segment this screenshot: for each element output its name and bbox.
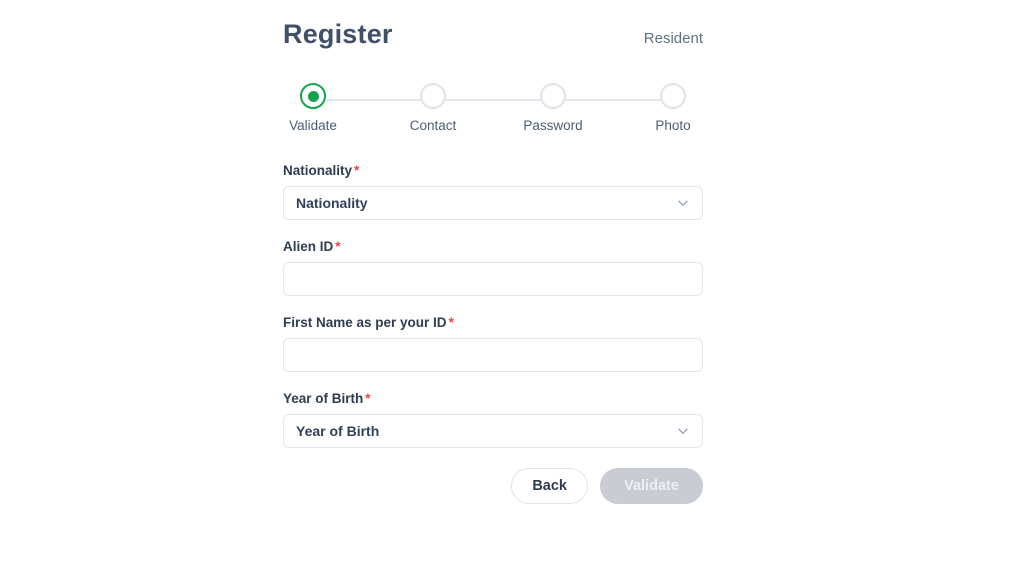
alien-id-control[interactable] <box>283 262 703 297</box>
step-photo-circle <box>660 83 686 110</box>
step-password-dot <box>548 91 559 102</box>
step-contact[interactable]: Contact <box>403 83 463 133</box>
step-contact-label: Contact <box>409 118 457 134</box>
step-contact-circle <box>420 83 446 110</box>
step-photo-label: Photo <box>655 118 691 134</box>
step-contact-dot <box>428 91 439 102</box>
first-name-control[interactable] <box>283 338 703 373</box>
chevron-down-icon <box>676 196 690 210</box>
field-alien-id: Alien ID * <box>283 239 703 297</box>
field-year-of-birth: Year of Birth * Year of Birth <box>283 391 703 449</box>
year-of-birth-label-text: Year of Birth <box>283 391 364 407</box>
register-page: Register Resident Validate Contact Passw… <box>0 0 1026 563</box>
first-name-label: First Name as per your ID * <box>283 315 703 330</box>
nationality-selected-value: Nationality <box>296 195 368 212</box>
register-container: Register Resident Validate Contact Passw… <box>283 0 703 505</box>
account-type-label: Resident <box>643 30 703 47</box>
back-button[interactable]: Back <box>511 468 588 505</box>
alien-id-label-text: Alien ID <box>283 239 334 255</box>
year-of-birth-select[interactable]: Year of Birth <box>283 414 703 449</box>
first-name-label-text: First Name as per your ID <box>283 315 447 331</box>
page-header: Register Resident <box>283 0 703 50</box>
required-asterisk: * <box>335 239 341 255</box>
registration-stepper: Validate Contact Password Photo <box>283 83 703 141</box>
required-asterisk: * <box>354 163 360 179</box>
step-photo-dot <box>668 91 679 102</box>
chevron-down-icon <box>676 424 690 438</box>
step-photo[interactable]: Photo <box>643 83 703 133</box>
registration-form: Nationality * Nationality Alien ID * Fir… <box>283 163 703 505</box>
alien-id-label: Alien ID * <box>283 239 703 254</box>
page-title: Register <box>283 19 393 49</box>
nationality-label: Nationality * <box>283 163 703 178</box>
nationality-label-text: Nationality <box>283 163 353 179</box>
step-validate[interactable]: Validate <box>283 83 343 133</box>
alien-id-input[interactable] <box>296 271 690 288</box>
step-validate-dot <box>307 90 319 102</box>
field-nationality: Nationality * Nationality <box>283 163 703 221</box>
field-first-name: First Name as per your ID * <box>283 315 703 373</box>
nationality-select[interactable]: Nationality <box>283 186 703 221</box>
step-validate-label: Validate <box>289 118 337 134</box>
stepper-steps: Validate Contact Password Photo <box>283 83 703 133</box>
step-password-circle <box>540 83 566 110</box>
validate-button[interactable]: Validate <box>600 468 703 505</box>
first-name-input[interactable] <box>296 347 690 364</box>
step-validate-circle <box>300 83 326 110</box>
step-password[interactable]: Password <box>523 83 583 133</box>
year-of-birth-selected-value: Year of Birth <box>296 423 380 440</box>
required-asterisk: * <box>365 391 371 407</box>
form-actions: Back Validate <box>283 468 703 505</box>
year-of-birth-label: Year of Birth * <box>283 391 703 406</box>
step-password-label: Password <box>523 118 583 134</box>
required-asterisk: * <box>448 315 454 331</box>
